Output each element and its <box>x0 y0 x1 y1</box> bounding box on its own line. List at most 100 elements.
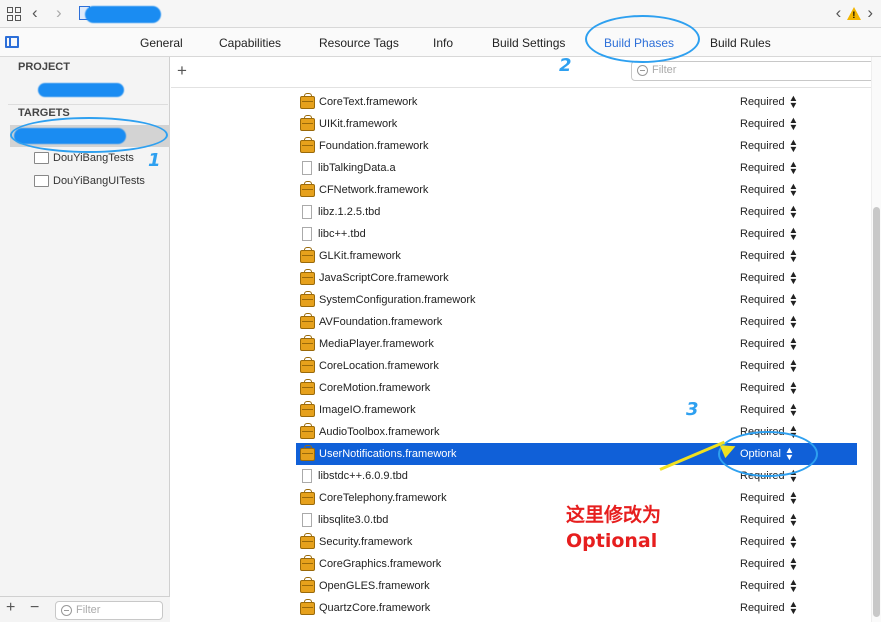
project-section-header: PROJECT <box>18 61 70 73</box>
updown-chevron-icon: ▲ ▼ <box>788 357 799 374</box>
sidebar-item-douyibanguitests[interactable]: DouYiBangUITests <box>34 175 145 187</box>
table-row[interactable]: CoreGraphics.framework Required ▲ ▼ <box>296 553 857 575</box>
previous-issue-button[interactable]: ‹ <box>836 4 842 22</box>
table-row[interactable]: CoreText.framework Required ▲ ▼ <box>296 91 857 113</box>
table-row[interactable]: JavaScriptCore.framework Required ▲ ▼ <box>296 267 857 289</box>
annotation-note: 这里修改为 Optional <box>566 502 661 554</box>
table-row[interactable]: GLKit.framework Required ▲ ▼ <box>296 245 857 267</box>
status-popup[interactable]: Required ▲ ▼ <box>740 93 799 110</box>
tab-build-settings[interactable]: Build Settings <box>492 36 565 50</box>
framework-icon <box>300 312 315 329</box>
framework-icon <box>300 488 315 505</box>
table-row[interactable]: Foundation.framework Required ▲ ▼ <box>296 135 857 157</box>
updown-chevron-icon: ▲ ▼ <box>788 247 799 264</box>
status-popup[interactable]: Required ▲ ▼ <box>740 270 798 286</box>
table-row[interactable]: CoreMotion.framework Required ▲ ▼ <box>296 377 857 399</box>
status-popup[interactable]: Required ▲ ▼ <box>740 314 798 330</box>
sidebar-item-label: DouYiBangUITests <box>53 175 145 187</box>
framework-icon <box>300 598 315 615</box>
annotation-note-line1: 这里修改为 <box>566 504 662 526</box>
add-build-phase-button[interactable]: + <box>177 61 187 81</box>
status-popup[interactable]: Required ▲ ▼ <box>740 335 799 352</box>
tab-general[interactable]: General <box>140 36 183 50</box>
vertical-scrollbar[interactable] <box>871 57 881 622</box>
status-popup[interactable]: Required ▲ ▼ <box>740 226 798 242</box>
scrollbar-thumb[interactable] <box>873 207 880 617</box>
back-button[interactable]: ‹ <box>32 4 38 22</box>
sidebar-filter-input[interactable]: Filter <box>55 601 163 620</box>
status-popup[interactable]: Required ▲ ▼ <box>740 534 798 550</box>
status-value: Required <box>740 316 785 328</box>
tab-build-rules[interactable]: Build Rules <box>710 36 771 50</box>
status-popup[interactable]: Required ▲ ▼ <box>740 116 798 132</box>
framework-icon <box>300 92 315 109</box>
framework-icon <box>300 334 315 351</box>
updown-chevron-icon: ▲ ▼ <box>788 203 799 220</box>
annotation-step-1: 1 <box>148 150 161 171</box>
filter-icon <box>637 65 648 76</box>
warning-icon[interactable]: ! <box>847 6 862 20</box>
table-row[interactable]: MediaPlayer.framework Required ▲ ▼ <box>296 333 857 355</box>
redacted-project-item[interactable] <box>38 83 124 97</box>
next-issue-button[interactable]: › <box>867 4 873 22</box>
build-phases-filter-input[interactable]: Filter <box>631 61 878 81</box>
table-row[interactable]: SystemConfiguration.framework Required ▲ ▼ <box>296 289 857 311</box>
table-row[interactable]: AVFoundation.framework Required ▲ ▼ <box>296 311 857 333</box>
framework-icon <box>300 576 315 593</box>
status-value: Required <box>740 184 785 196</box>
status-popup[interactable]: Required ▲ ▼ <box>740 182 798 198</box>
framework-icon <box>300 290 315 307</box>
updown-chevron-icon: ▲ ▼ <box>788 335 799 352</box>
status-popup[interactable]: Required ▲ ▼ <box>740 556 798 572</box>
updown-chevron-icon: ▲ ▼ <box>788 159 799 176</box>
status-popup[interactable]: Required ▲ ▼ <box>740 490 798 506</box>
table-row[interactable]: libTalkingData.a Required ▲ ▼ <box>296 157 857 179</box>
status-popup[interactable]: Required ▲ ▼ <box>740 380 798 396</box>
table-row[interactable]: libc++.tbd Required ▲ ▼ <box>296 223 857 245</box>
tab-resource-tags[interactable]: Resource Tags <box>319 36 399 50</box>
table-row[interactable]: ImageIO.framework Required ▲ ▼ <box>296 399 857 421</box>
forward-button[interactable]: › <box>56 4 62 22</box>
status-value: Required <box>740 96 785 108</box>
updown-chevron-icon: ▲ ▼ <box>788 93 799 110</box>
add-target-button[interactable]: + <box>6 599 15 617</box>
status-value: Required <box>740 294 785 306</box>
editor-tab-bar: General Capabilities Resource Tags Info … <box>0 28 881 57</box>
table-row[interactable]: CoreLocation.framework Required ▲ ▼ <box>296 355 857 377</box>
status-value: Required <box>740 272 785 284</box>
status-value: Required <box>740 250 785 262</box>
status-popup[interactable]: Required ▲ ▼ <box>740 512 798 528</box>
status-value: Required <box>740 118 785 130</box>
library-file-icon <box>302 469 312 483</box>
library-file-icon <box>302 205 312 219</box>
table-row[interactable]: UIKit.framework Required ▲ ▼ <box>296 113 857 135</box>
table-row[interactable]: libz.1.2.5.tbd Required ▲ ▼ <box>296 201 857 223</box>
tab-info[interactable]: Info <box>433 36 453 50</box>
status-value: Required <box>740 580 785 592</box>
status-popup[interactable]: Required ▲ ▼ <box>740 401 799 418</box>
updown-chevron-icon: ▲ ▼ <box>788 599 799 616</box>
library-file-icon <box>302 227 312 241</box>
updown-chevron-icon: ▲ ▼ <box>788 577 799 594</box>
status-popup[interactable]: Required ▲ ▼ <box>740 291 799 308</box>
sidebar-toggle-icon[interactable] <box>5 36 19 48</box>
remove-target-button[interactable]: − <box>30 599 39 617</box>
updown-chevron-icon: ▲ ▼ <box>788 401 799 418</box>
status-popup[interactable]: Required ▲ ▼ <box>740 357 799 374</box>
related-items-icon[interactable] <box>7 7 21 21</box>
framework-icon <box>300 422 315 439</box>
table-row[interactable]: CFNetwork.framework Required ▲ ▼ <box>296 179 857 201</box>
table-row[interactable]: OpenGLES.framework Required ▲ ▼ <box>296 575 857 597</box>
updown-chevron-icon: ▲ ▼ <box>788 291 799 308</box>
status-popup[interactable]: Required ▲ ▼ <box>740 137 799 154</box>
status-popup[interactable]: Required ▲ ▼ <box>740 203 799 220</box>
status-popup[interactable]: Required ▲ ▼ <box>740 577 799 594</box>
status-popup[interactable]: Required ▲ ▼ <box>740 599 799 616</box>
status-popup[interactable]: Required ▲ ▼ <box>740 247 799 264</box>
status-popup[interactable]: Required ▲ ▼ <box>740 159 799 176</box>
sidebar-item-douyibangtests[interactable]: DouYiBangTests <box>34 152 134 164</box>
updown-chevron-icon: ▲ ▼ <box>788 137 799 154</box>
redacted-project-name[interactable] <box>85 6 161 23</box>
tab-capabilities[interactable]: Capabilities <box>219 36 281 50</box>
table-row[interactable]: QuartzCore.framework Required ▲ ▼ <box>296 597 857 619</box>
